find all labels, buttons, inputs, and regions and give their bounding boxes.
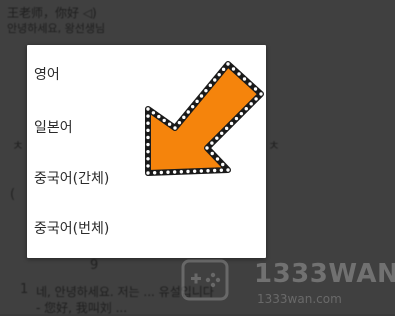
arrow-dot — [215, 157, 220, 161]
arrow-dot — [221, 162, 225, 167]
arrow-dot — [239, 111, 244, 116]
arrow-dot — [146, 114, 150, 118]
arrow-dot — [248, 82, 252, 86]
arrow-dot — [190, 104, 195, 109]
arrow-dot — [224, 126, 229, 131]
arrow-dot — [242, 77, 247, 81]
arrow-dot — [166, 170, 170, 174]
arrow-dot — [219, 168, 224, 172]
arrow-dot — [146, 128, 150, 133]
arrow-dot — [159, 170, 164, 175]
arrow-dot — [210, 151, 214, 156]
arrow-dot — [146, 164, 150, 168]
arrow-dot — [146, 135, 150, 140]
arrow-dot — [157, 114, 161, 119]
arrow-dot — [221, 67, 226, 72]
arrow-dot — [249, 102, 253, 106]
arrow-dot — [231, 67, 236, 71]
arrow-dot — [162, 118, 166, 123]
arrow-dot — [226, 62, 230, 66]
arrow-dot — [215, 136, 219, 140]
arrow-dot — [220, 131, 224, 135]
background-mark-1: ㅊ — [12, 139, 24, 154]
arrow-dot — [151, 111, 156, 115]
arrow-dot — [186, 169, 190, 174]
arrow-dot — [179, 170, 184, 174]
arrow-dot — [259, 92, 263, 96]
arrow-dot — [186, 110, 190, 114]
arrow-dot — [213, 78, 217, 82]
arrow-dot — [172, 170, 177, 174]
arrow-dot — [146, 157, 150, 161]
arrow-dot — [152, 171, 157, 175]
arrow-dot — [204, 88, 208, 93]
arrow-dot — [208, 83, 213, 88]
arrow-dot — [173, 126, 177, 130]
arrow-icon — [145, 61, 264, 176]
gamepad-logo-icon — [181, 259, 229, 301]
arrow-dot — [234, 116, 239, 121]
arrow-dot — [206, 169, 210, 173]
arrow-dot — [254, 97, 258, 101]
arrow-dot — [146, 107, 150, 111]
watermark: 1333WAN 1333wan.com — [180, 255, 395, 311]
arrow-dot — [217, 72, 221, 77]
watermark-title: 1333WAN — [254, 259, 395, 289]
arrow-dot — [167, 122, 172, 126]
arrow-dot — [146, 142, 150, 147]
background-mark-4: 9 — [90, 258, 99, 273]
arrow-dot — [226, 168, 230, 172]
arrow-dot — [199, 94, 204, 98]
background-mark-3: ( — [10, 187, 16, 202]
arrow-dot — [146, 171, 150, 175]
arrow-dot — [244, 107, 248, 111]
arrow-dot — [146, 149, 150, 154]
arrow-dot — [146, 121, 150, 125]
arrow-dot — [253, 87, 258, 91]
background-mark-5: 1 — [20, 282, 29, 297]
watermark-url: 1333wan.com — [257, 292, 342, 306]
arrow-dot — [199, 169, 204, 173]
option-chinese-traditional[interactable]: 중국어(번체) — [34, 214, 254, 244]
arrow-dot — [195, 99, 199, 104]
arrow-dot — [192, 169, 197, 173]
arrow-dot — [177, 120, 182, 125]
background-text-line-2: 안녕하세요, 왕선생님 — [7, 22, 106, 35]
arrow-dot — [210, 141, 214, 145]
arrow-dot — [205, 146, 209, 150]
background-text-line-1: 王老师，你好 ◁) — [7, 6, 97, 20]
arrow-dot — [182, 115, 186, 120]
background-text-line-4: - 您好, 我叫刘 ... — [36, 301, 128, 315]
arrow-dot — [212, 168, 217, 173]
arrow-dot — [237, 72, 241, 76]
arrow-dot — [229, 121, 234, 126]
